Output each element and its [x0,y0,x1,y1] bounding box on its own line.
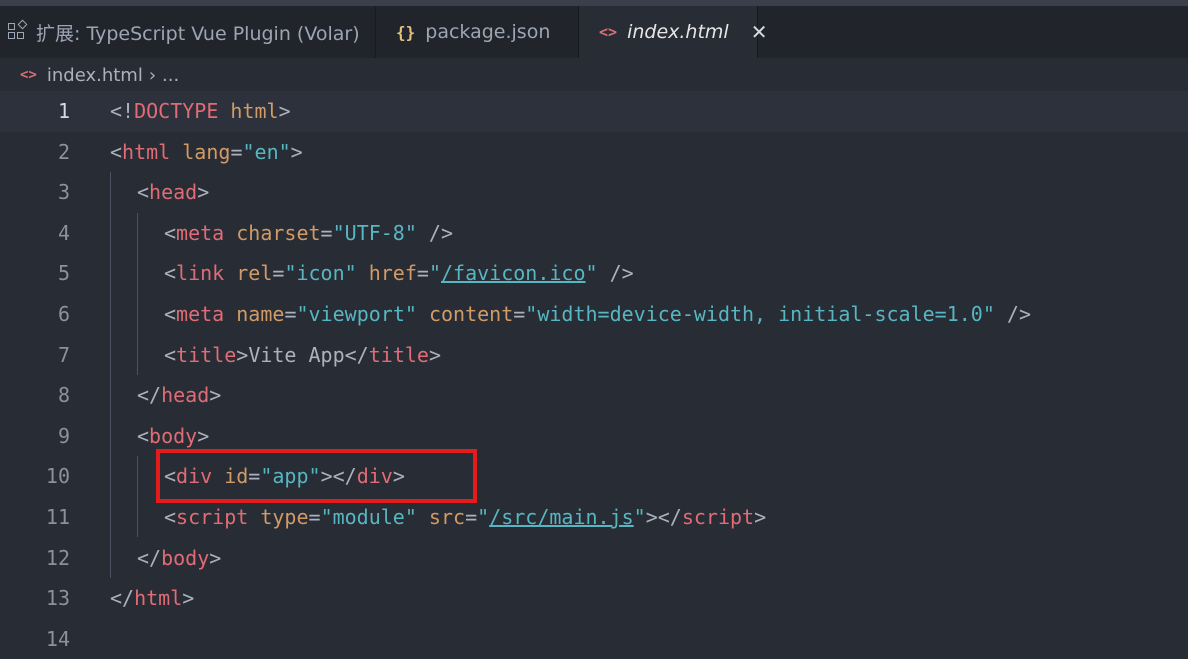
breadcrumb: <> index.html › ... [20,60,179,90]
code-text: <html lang="en"> [110,139,303,164]
code-text: <title>Vite App</title> [164,342,441,367]
line-number: 7 [57,342,70,367]
line-number: 1 [57,99,70,123]
tab-extension-volar[interactable]: 扩展: TypeScript Vue Plugin (Volar) [0,6,376,58]
code-line[interactable]: 1 <!DOCTYPE html> [0,91,1188,132]
extensions-icon [8,19,28,41]
line-number: 2 [57,139,70,164]
code-text: <meta name="viewport" content="width=dev… [164,301,1032,326]
link-main-js[interactable]: /src/main.js [489,505,634,529]
json-braces-icon: {} [396,22,416,42]
tab-label: index.html [627,21,729,43]
line-number: 14 [45,626,70,651]
code-line[interactable]: 14 [0,619,1188,659]
code-line[interactable]: 7 <title>Vite App</title> [0,335,1188,376]
code-text: <head> [137,180,210,205]
line-number: 4 [57,220,70,245]
breadcrumb-rest[interactable]: ... [162,65,179,86]
link-favicon[interactable]: /favicon.ico [441,261,586,285]
line-number: 12 [45,545,70,570]
tab-index-html[interactable]: <> index.html ✕ [579,6,767,58]
breadcrumb-file[interactable]: index.html [47,65,143,86]
tab-label: package.json [425,21,551,43]
line-number: 8 [57,383,70,408]
code-line[interactable]: 4 <meta charset="UTF-8" /> [0,213,1188,254]
code-line[interactable]: 6 <meta name="viewport" content="width=d… [0,294,1188,335]
annotation-highlight-box [156,449,477,503]
code-text: <link rel="icon" href="/favicon.ico" /> [164,261,634,286]
code-line[interactable]: 12 </body> [0,538,1188,579]
tab-package-json[interactable]: {} package.json [376,6,579,58]
code-text: </html> [110,586,195,611]
code-editor[interactable]: 1 <!DOCTYPE html> 2 <html lang="en"> 3 <… [0,91,1188,659]
code-text: </head> [137,383,222,408]
html-brackets-icon: <> [20,67,37,83]
line-number: 5 [57,261,70,286]
close-icon[interactable]: ✕ [751,20,768,44]
code-line[interactable]: 2 <html lang="en"> [0,132,1188,173]
line-number: 6 [57,301,70,326]
code-text: <script type="module" src="/src/main.js"… [164,504,767,529]
code-line[interactable]: 11 <script type="module" src="/src/main.… [0,497,1188,538]
code-line[interactable]: 5 <link rel="icon" href="/favicon.ico" /… [0,253,1188,294]
chevron-right-icon: › [148,64,157,86]
code-text: </body> [137,545,222,570]
code-line[interactable]: 8 </head> [0,375,1188,416]
line-number: 3 [57,180,70,205]
code-line[interactable]: 3 <head> [0,172,1188,213]
code-text: <!DOCTYPE html> [110,99,291,123]
editor-tab-bar: 扩展: TypeScript Vue Plugin (Volar) {} pac… [0,6,1188,58]
tab-label: 扩展: TypeScript Vue Plugin (Volar) [36,22,360,45]
html-brackets-icon: <> [599,23,618,41]
line-number: 9 [57,423,70,448]
code-text: <meta charset="UTF-8" /> [164,220,454,245]
line-number: 13 [45,586,70,611]
line-number: 11 [45,504,70,529]
line-number: 10 [45,464,70,489]
code-line[interactable]: 13 </html> [0,578,1188,619]
